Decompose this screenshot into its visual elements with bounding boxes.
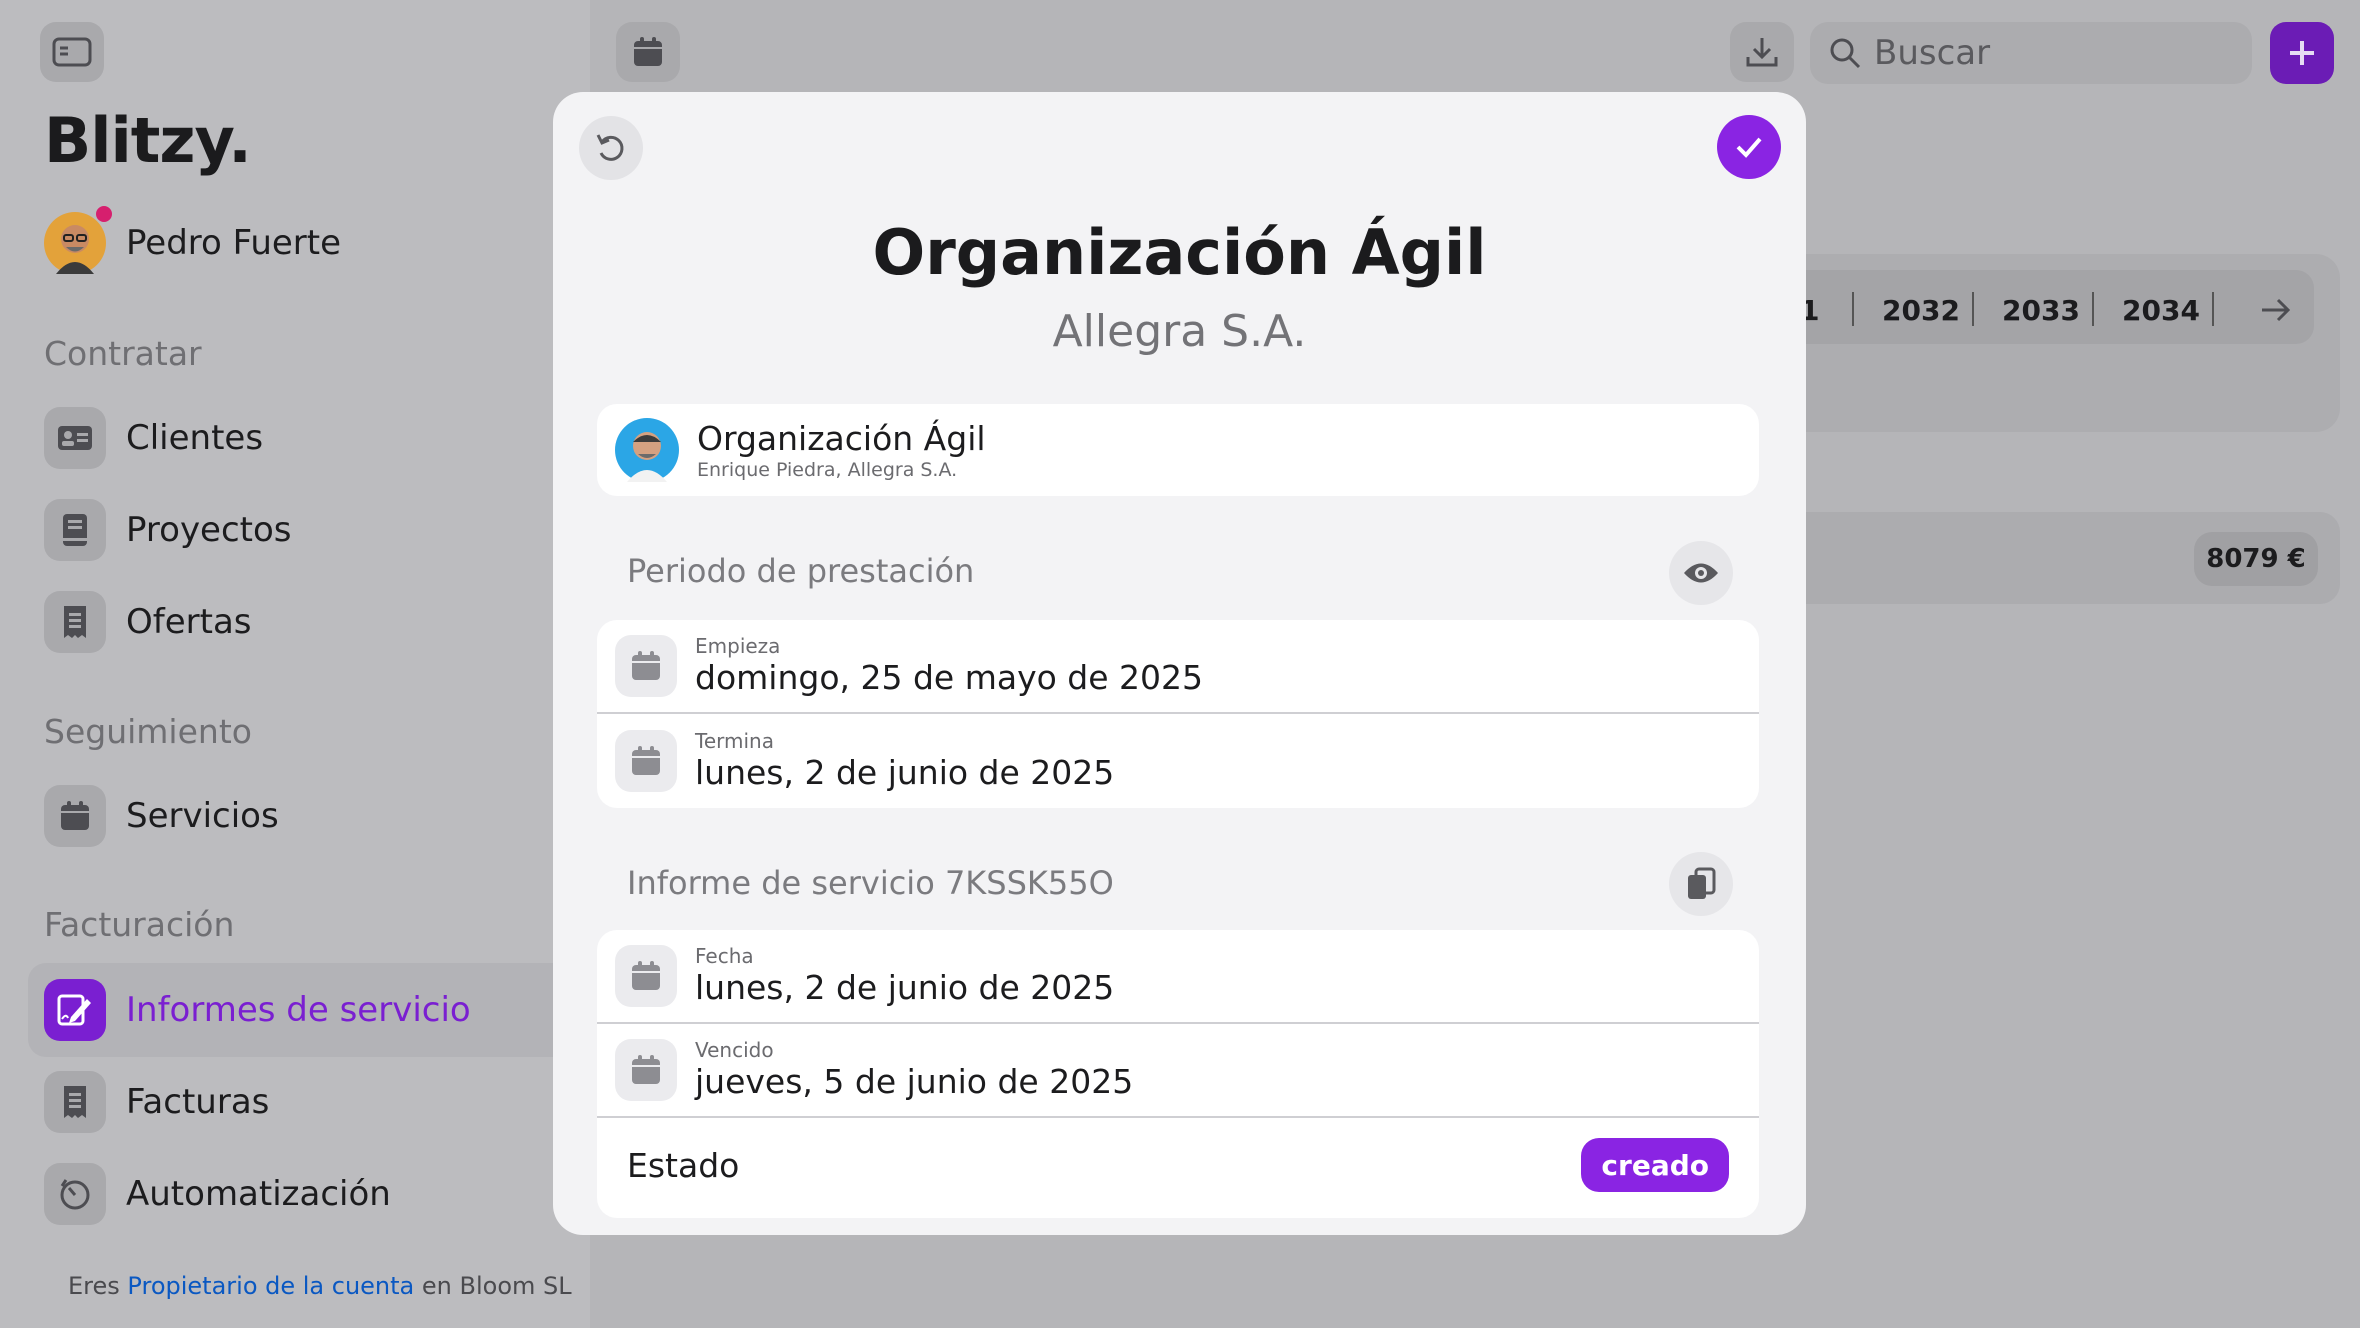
report-date-row[interactable]: Fecha lunes, 2 de junio de 2025	[597, 930, 1759, 1024]
modal-subtitle: Allegra S.A.	[1052, 306, 1307, 357]
section-title-contratar: Contratar	[44, 334, 202, 373]
start-label: Empieza	[695, 634, 781, 658]
status-label: Estado	[627, 1145, 740, 1185]
calendar-icon	[632, 746, 660, 775]
contact-card-icon	[58, 426, 92, 450]
sidebar-item-label: Proyectos	[126, 510, 292, 550]
section-title-seguimiento: Seguimiento	[44, 712, 252, 751]
report-date-label: Fecha	[695, 944, 754, 968]
year-separator	[2212, 292, 2214, 326]
user-name: Pedro Fuerte	[126, 223, 342, 263]
app-logo: Blitzy.	[44, 104, 252, 177]
calendar-icon	[632, 961, 660, 990]
sidebar: Blitzy. Pedro Fuerte Contratar Clientes …	[0, 0, 590, 1328]
section-title-facturacion: Facturación	[44, 905, 235, 944]
avatar	[44, 206, 112, 274]
status-wrapper: Estado creado	[597, 1118, 1759, 1218]
user-profile[interactable]: Pedro Fuerte	[44, 206, 342, 274]
checkmark-icon	[1736, 137, 1762, 158]
sidebar-item-automatizacion[interactable]: Automatización	[44, 1163, 391, 1225]
avatar	[615, 418, 679, 482]
end-date-row[interactable]: Termina lunes, 2 de junio de 2025	[597, 714, 1759, 808]
sidebar-item-ofertas[interactable]: Ofertas	[44, 591, 252, 653]
sidebar-item-clientes[interactable]: Clientes	[44, 407, 263, 469]
client-card[interactable]: Organización Ágil Enrique Piedra, Allegr…	[597, 404, 1759, 496]
search-placeholder: Buscar	[1874, 33, 1991, 73]
eye-icon	[1684, 563, 1718, 583]
search-input[interactable]: Buscar	[1810, 22, 2252, 84]
sidebar-toggle-button[interactable]	[40, 22, 104, 82]
calendar-button[interactable]	[616, 22, 680, 82]
calendar-icon	[632, 651, 660, 680]
search-icon	[1830, 38, 1861, 69]
report-label: Informe de servicio 7KSSK55O	[627, 864, 1114, 902]
sidebar-item-label: Informes de servicio	[126, 990, 471, 1030]
undo-button[interactable]	[579, 116, 643, 180]
due-date-row[interactable]: Vencido jueves, 5 de junio de 2025	[597, 1024, 1759, 1118]
service-report-modal: Organización Ágil Allegra S.A. Organizac…	[553, 92, 1806, 1235]
sidebar-item-label: Facturas	[126, 1082, 270, 1122]
end-label: Termina	[695, 729, 774, 753]
copy-button[interactable]	[1669, 852, 1733, 916]
undo-icon	[596, 134, 624, 161]
copy-icon	[1688, 867, 1716, 899]
arrow-right-icon[interactable]	[2258, 292, 2294, 328]
receipt-icon	[64, 606, 86, 638]
sidebar-item-facturas[interactable]: Facturas	[44, 1071, 269, 1133]
notebook-icon	[63, 514, 87, 546]
sidebar-item-label: Ofertas	[126, 602, 252, 642]
client-name: Organización Ágil	[697, 419, 986, 458]
confirm-button[interactable]	[1717, 115, 1781, 179]
sidebar-icon	[52, 37, 92, 67]
footer-suffix: en Bloom SL	[421, 1272, 572, 1300]
due-date-value: jueves, 5 de junio de 2025	[695, 1062, 1134, 1101]
report-date-value: lunes, 2 de junio de 2025	[695, 968, 1115, 1007]
amount-badge: 8079 €	[2194, 532, 2318, 586]
toggle-visibility-button[interactable]	[1669, 541, 1733, 605]
status-row: Estado creado	[597, 1118, 1759, 1212]
add-button[interactable]	[2270, 22, 2334, 84]
sidebar-item-label: Servicios	[126, 796, 279, 836]
sidebar-item-servicios[interactable]: Servicios	[44, 785, 279, 847]
start-date-row[interactable]: Empieza domingo, 25 de mayo de 2025	[597, 620, 1759, 714]
year-separator	[1852, 292, 1854, 326]
signature-icon	[57, 994, 91, 1026]
calendar-icon	[61, 801, 89, 830]
year-item[interactable]: 2033	[2002, 294, 2080, 327]
timer-icon	[60, 1179, 90, 1210]
account-footer: Eres Propietario de la cuenta en Bloom S…	[68, 1272, 572, 1300]
sidebar-item-proyectos[interactable]: Proyectos	[44, 499, 292, 561]
download-button[interactable]	[1730, 22, 1794, 82]
year-separator	[1972, 292, 1974, 326]
calendar-icon	[634, 37, 662, 66]
calendar-icon	[632, 1055, 660, 1084]
year-separator	[2092, 292, 2094, 326]
plus-icon	[2290, 41, 2314, 65]
status-badge[interactable]: creado	[1581, 1138, 1729, 1192]
footer-prefix: Eres	[68, 1272, 120, 1300]
end-value: lunes, 2 de junio de 2025	[695, 753, 1115, 792]
account-owner-link[interactable]: Propietario de la cuenta	[127, 1272, 414, 1300]
modal-title: Organización Ágil	[872, 216, 1487, 289]
notification-dot	[96, 206, 112, 222]
sidebar-item-label: Automatización	[126, 1174, 391, 1214]
year-item[interactable]: 2032	[1882, 294, 1960, 327]
sidebar-item-informes-de-servicio[interactable]: Informes de servicio	[44, 979, 471, 1041]
report-card: Fecha lunes, 2 de junio de 2025 Vencido …	[597, 930, 1759, 1218]
period-card: Empieza domingo, 25 de mayo de 2025 Term…	[597, 620, 1759, 808]
start-value: domingo, 25 de mayo de 2025	[695, 658, 1204, 697]
sidebar-item-label: Clientes	[126, 418, 264, 458]
year-item[interactable]: 2034	[2122, 294, 2200, 327]
period-label: Periodo de prestación	[627, 552, 975, 590]
download-icon	[1746, 38, 1778, 67]
due-date-label: Vencido	[695, 1038, 774, 1062]
client-detail: Enrique Piedra, Allegra S.A.	[697, 459, 958, 481]
receipt-icon	[64, 1086, 86, 1118]
